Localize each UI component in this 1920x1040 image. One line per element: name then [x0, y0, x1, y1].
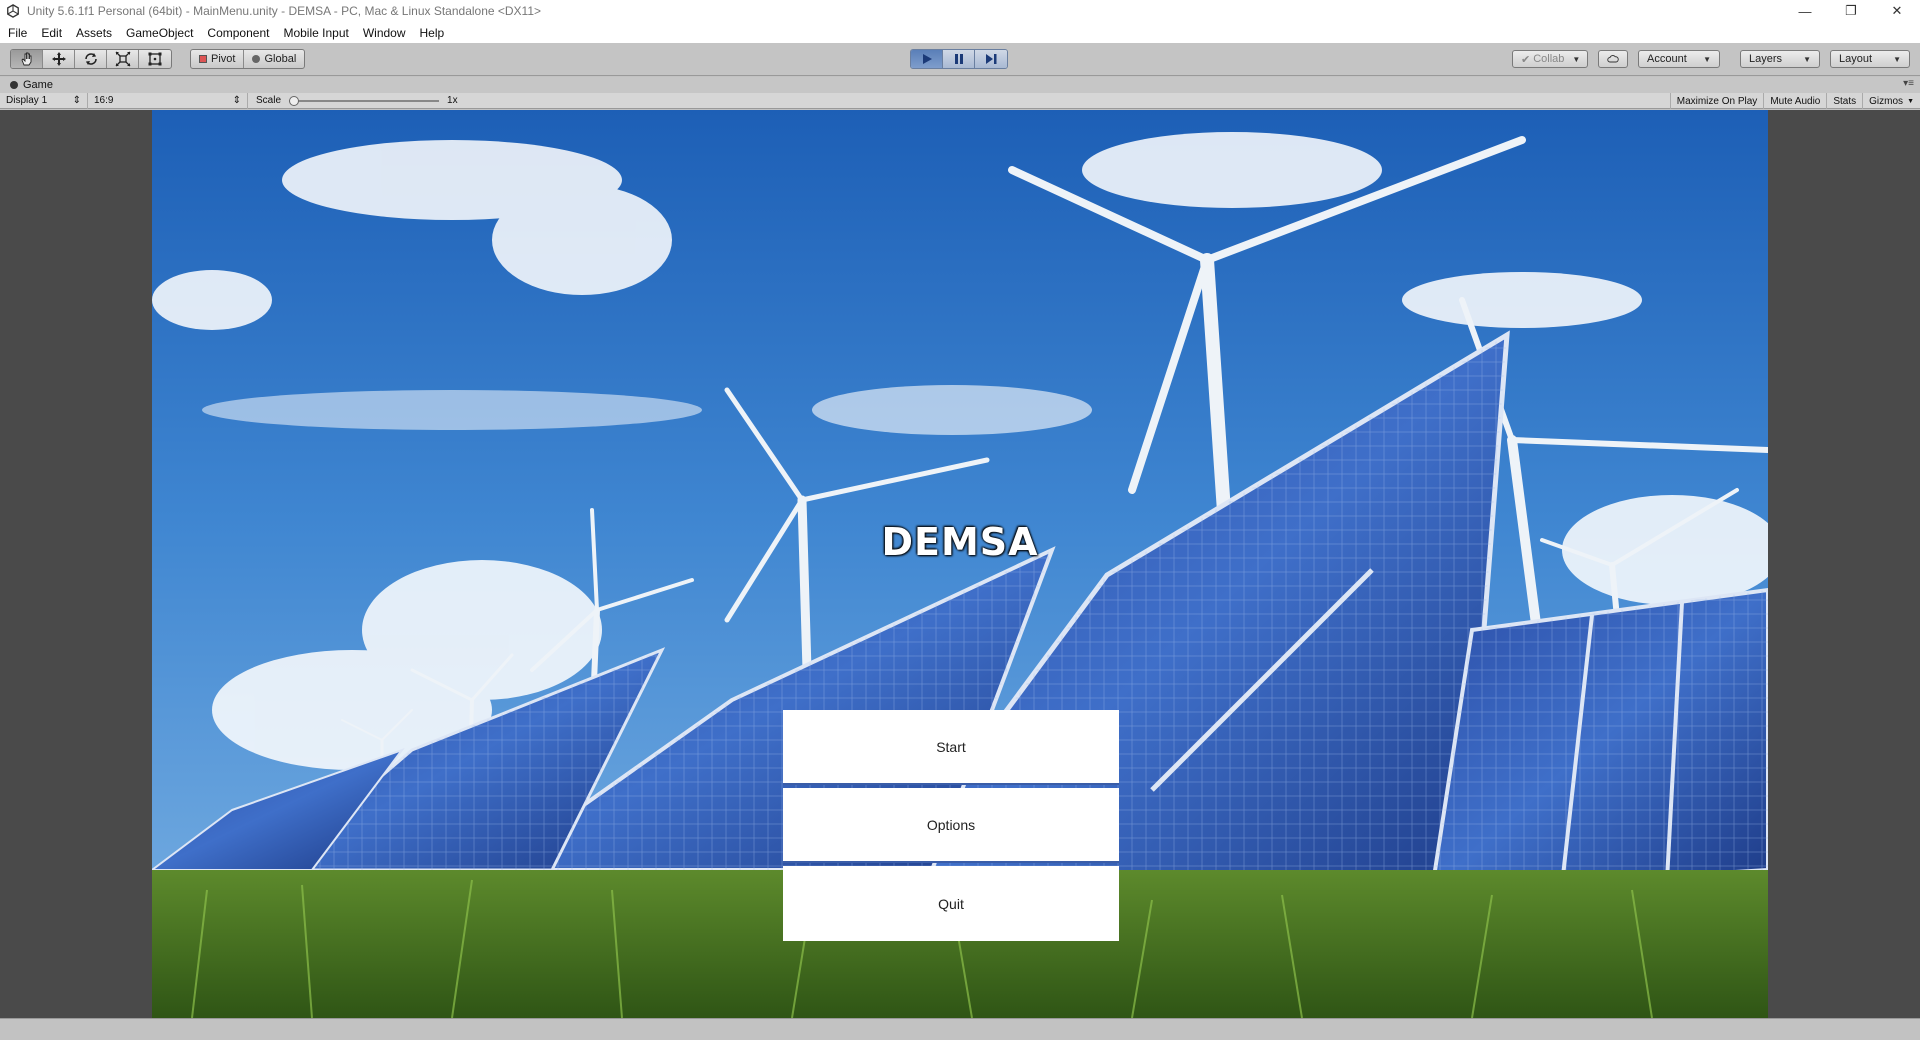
rect-tool-icon: [148, 52, 162, 66]
rect-tool-button[interactable]: [139, 50, 171, 68]
layers-dropdown[interactable]: Layers ▼: [1740, 50, 1820, 68]
mute-audio-toggle[interactable]: Mute Audio: [1763, 93, 1826, 109]
check-icon: ✔: [1521, 53, 1531, 66]
step-button[interactable]: [975, 50, 1007, 68]
tab-game-label: Game: [23, 79, 53, 91]
account-label: Account: [1647, 53, 1687, 65]
scale-tool-button[interactable]: [107, 50, 139, 68]
pivot-label: Pivot: [211, 53, 236, 65]
collab-label: Collab: [1533, 53, 1565, 65]
pivot-toggle[interactable]: Pivot: [191, 50, 245, 68]
account-dropdown[interactable]: Account ▼: [1638, 50, 1720, 68]
menu-component[interactable]: Component: [207, 26, 269, 40]
menu-mobile-input[interactable]: Mobile Input: [283, 26, 348, 40]
chevron-down-icon: ▼: [1907, 97, 1914, 105]
aspect-dropdown[interactable]: 16:9 ⇕: [88, 92, 248, 109]
play-icon: [922, 54, 932, 64]
globe-icon: [252, 55, 261, 63]
chevron-updown-icon: ⇕: [72, 95, 81, 106]
collab-button[interactable]: ✔ Collab ▼: [1512, 50, 1588, 68]
window-title: Unity 5.6.1f1 Personal (64bit) - MainMen…: [27, 4, 542, 18]
transform-tools: [10, 49, 172, 69]
gizmos-label: Gizmos: [1869, 95, 1904, 107]
move-tool-button[interactable]: [43, 50, 75, 68]
display-dropdown[interactable]: Display 1 ⇕: [0, 92, 88, 109]
scale-value: 1x: [447, 95, 458, 106]
chevron-down-icon: ▼: [1803, 54, 1811, 64]
gizmos-dropdown[interactable]: Gizmos ▼: [1862, 93, 1920, 109]
layout-dropdown[interactable]: Layout ▼: [1830, 50, 1910, 68]
chevron-down-icon: ▼: [1572, 54, 1581, 64]
start-button[interactable]: Start: [783, 710, 1119, 785]
menu-edit[interactable]: Edit: [41, 26, 62, 40]
menu-bar: File Edit Assets GameObject Component Mo…: [0, 22, 1920, 43]
menu-window[interactable]: Window: [363, 26, 406, 40]
game-title: DEMSA: [881, 520, 1039, 564]
layers-label: Layers: [1749, 53, 1783, 65]
layout-label: Layout: [1839, 53, 1873, 65]
chevron-down-icon: ▼: [1893, 54, 1901, 64]
rotate-icon: [84, 53, 97, 65]
hand-icon: [20, 52, 31, 66]
pause-icon: [954, 54, 963, 64]
tab-menu-icon[interactable]: ▾≡: [1903, 78, 1914, 89]
pivot-global-group: Pivot Global: [190, 49, 306, 69]
cloud-button[interactable]: [1598, 50, 1628, 68]
game-tab-header: Game ▾≡: [0, 77, 1920, 93]
close-button[interactable]: ✕: [1874, 0, 1920, 22]
chevron-down-icon: ▼: [1703, 54, 1711, 64]
game-view-toolbar: Display 1 ⇕ 16:9 ⇕ Scale 1x Maximize On …: [0, 92, 1920, 109]
stats-toggle[interactable]: Stats: [1826, 93, 1862, 109]
global-label: Global: [264, 53, 297, 65]
scale-label: Scale: [256, 95, 282, 106]
global-toggle[interactable]: Global: [244, 50, 304, 68]
status-bar: [0, 1018, 1920, 1040]
title-bar: Unity 5.6.1f1 Personal (64bit) - MainMen…: [0, 0, 1920, 22]
maximize-on-play-toggle[interactable]: Maximize On Play: [1669, 93, 1764, 109]
tab-game[interactable]: Game: [0, 79, 53, 91]
scale-slider-thumb[interactable]: [289, 95, 300, 106]
step-icon: [986, 54, 997, 64]
aspect-label: 16:9: [94, 95, 114, 106]
game-view: DEMSA Start Options Quit: [152, 110, 1768, 1018]
play-button[interactable]: [911, 50, 943, 68]
cloud-icon: [1607, 55, 1619, 63]
playback-controls: [910, 49, 1008, 69]
menu-help[interactable]: Help: [420, 26, 445, 40]
restore-button[interactable]: ❐: [1828, 0, 1874, 22]
quit-button[interactable]: Quit: [783, 866, 1119, 941]
display-label: Display 1: [6, 95, 48, 106]
game-icon: [10, 81, 18, 89]
options-button[interactable]: Options: [783, 788, 1119, 863]
pause-button[interactable]: [943, 50, 975, 68]
chevron-updown-icon: ⇕: [232, 95, 241, 106]
menu-assets[interactable]: Assets: [76, 26, 112, 40]
minimize-button[interactable]: —: [1782, 0, 1828, 22]
scale-icon: [115, 51, 130, 67]
unity-logo-icon: [7, 4, 19, 18]
scale-control: Scale 1x: [248, 95, 458, 106]
rotate-tool-button[interactable]: [75, 50, 107, 68]
move-icon: [51, 52, 66, 66]
main-menu-panel: Start Options Quit: [783, 710, 1119, 944]
main-toolbar: Pivot Global ✔ Collab ▼ Account ▼ Layers…: [0, 43, 1920, 76]
pivot-icon: [199, 55, 207, 63]
menu-gameobject[interactable]: GameObject: [126, 26, 193, 40]
scale-slider[interactable]: [289, 95, 440, 106]
hand-tool-button[interactable]: [11, 50, 43, 68]
menu-file[interactable]: File: [8, 26, 27, 40]
